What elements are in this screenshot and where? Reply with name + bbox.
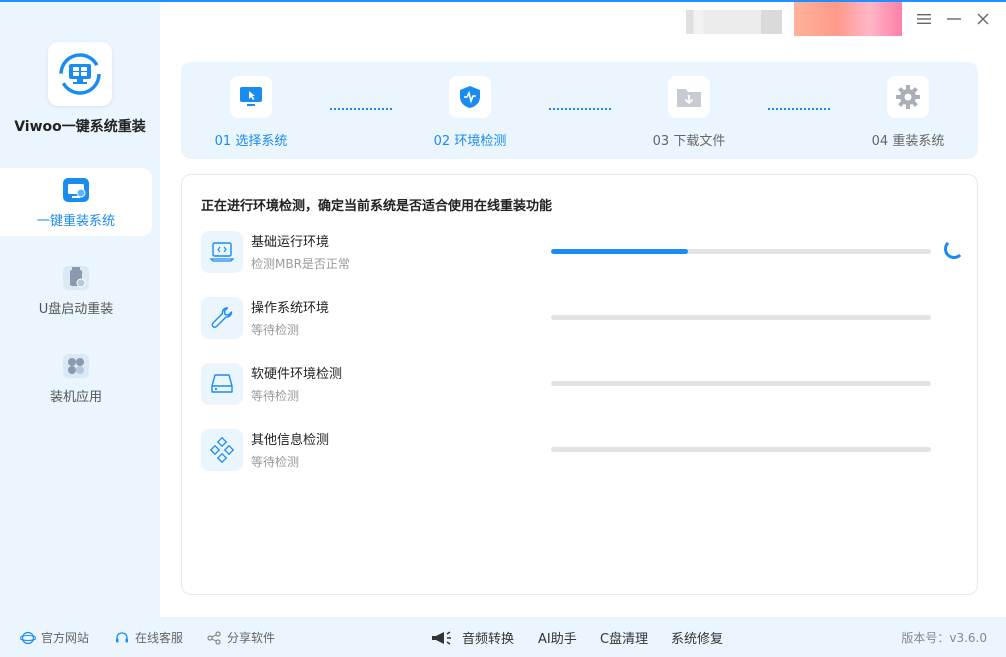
ai-assistant-button[interactable]: AI助手 bbox=[538, 628, 577, 647]
check-progress-bar bbox=[551, 249, 931, 254]
promo-banner-blurred[interactable] bbox=[794, 2, 902, 36]
sidebar-item-label: 一键重装系统 bbox=[36, 213, 115, 229]
gear-icon bbox=[887, 76, 929, 118]
close-icon[interactable] bbox=[972, 8, 994, 30]
check-name: 基础运行环境 bbox=[251, 235, 330, 250]
headset-icon bbox=[116, 631, 128, 642]
step-label: 02 环境检测 bbox=[433, 134, 507, 149]
monitor-reinstall-icon bbox=[62, 176, 90, 204]
footer-link-label: 在线客服 bbox=[135, 631, 184, 645]
wrench-icon bbox=[201, 297, 243, 339]
sidebar-item-one-click-reinstall[interactable]: 一键重装系统 bbox=[0, 168, 152, 236]
share-icon bbox=[207, 630, 221, 645]
app-logo bbox=[48, 42, 112, 106]
step-label: 01 选择系统 bbox=[214, 134, 288, 149]
footer-link-label: 分享软件 bbox=[227, 631, 276, 645]
select-screen-icon bbox=[230, 76, 272, 118]
user-account-blurred[interactable] bbox=[686, 10, 782, 34]
shield-check-icon bbox=[449, 76, 491, 118]
step-connector bbox=[330, 108, 392, 110]
usb-drive-icon bbox=[62, 264, 90, 292]
diamond-grid-icon bbox=[201, 429, 243, 471]
share-software-link[interactable]: 分享软件 bbox=[206, 629, 275, 646]
check-name: 其他信息检测 bbox=[251, 433, 330, 448]
version-label: 版本号：v3.6.0 bbox=[901, 631, 987, 645]
loading-spinner-icon bbox=[944, 239, 964, 259]
sidebar: Viwoo一键系统重装 一键重装系统 U盘启动重装 装机应用 bbox=[0, 2, 160, 617]
download-folder-icon bbox=[668, 76, 710, 118]
check-status: 等待检测 bbox=[251, 455, 300, 469]
sidebar-item-label: 装机应用 bbox=[49, 389, 102, 405]
check-status: 等待检测 bbox=[251, 323, 300, 337]
sidebar-item-label: U盘启动重装 bbox=[38, 301, 114, 317]
check-row-basic-environment: 基础运行环境 检测MBR是否正常 bbox=[201, 231, 964, 277]
check-progress-bar bbox=[551, 447, 931, 452]
footer-bar: 官方网站 在线客服 分享软件 音频转换 AI助手 C盘清理 系统修复 版本号：v… bbox=[0, 617, 1006, 657]
megaphone-icon bbox=[432, 630, 451, 645]
check-progress-bar bbox=[551, 315, 931, 320]
step-reinstall-system: 04 重装系统 bbox=[838, 76, 978, 149]
check-name: 软硬件环境检测 bbox=[251, 367, 343, 382]
check-title: 正在进行环境检测，确定当前系统是否适合使用在线重装功能 bbox=[201, 199, 553, 214]
step-label: 03 下载文件 bbox=[652, 134, 726, 149]
official-website-link[interactable]: 官方网站 bbox=[20, 629, 89, 646]
check-progress-fill bbox=[551, 249, 688, 254]
step-select-system: 01 选择系统 bbox=[181, 76, 321, 149]
app-name: Viwoo一键系统重装 bbox=[14, 119, 146, 135]
sidebar-item-install-apps[interactable]: 装机应用 bbox=[0, 344, 152, 412]
c-drive-cleanup-button[interactable]: C盘清理 bbox=[600, 628, 648, 647]
sidebar-item-usb-reinstall[interactable]: U盘启动重装 bbox=[0, 256, 152, 324]
minimize-icon[interactable] bbox=[943, 8, 965, 30]
check-row-os-environment: 操作系统环境 等待检测 bbox=[201, 297, 961, 343]
check-status: 等待检测 bbox=[251, 389, 300, 403]
audio-convert-button[interactable]: 音频转换 bbox=[430, 628, 514, 647]
globe-icon bbox=[20, 631, 36, 644]
check-row-hardware-software: 软硬件环境检测 等待检测 bbox=[201, 363, 961, 409]
step-connector bbox=[549, 108, 611, 110]
step-connector bbox=[768, 108, 830, 110]
step-environment-check: 02 环境检测 bbox=[400, 76, 540, 149]
check-progress-bar bbox=[551, 381, 931, 386]
online-support-link[interactable]: 在线客服 bbox=[114, 629, 183, 646]
tool-label: 音频转换 bbox=[462, 632, 515, 647]
system-repair-button[interactable]: 系统修复 bbox=[671, 628, 723, 647]
laptop-code-icon bbox=[201, 231, 243, 273]
step-download-files: 03 下载文件 bbox=[619, 76, 759, 149]
app-logo-icon bbox=[59, 53, 101, 95]
menu-icon[interactable] bbox=[913, 8, 935, 30]
check-status: 检测MBR是否正常 bbox=[251, 257, 350, 271]
check-row-other-info: 其他信息检测 等待检测 bbox=[201, 429, 961, 475]
check-name: 操作系统环境 bbox=[251, 301, 330, 316]
step-label: 04 重装系统 bbox=[871, 134, 945, 149]
environment-check-card: 正在进行环境检测，确定当前系统是否适合使用在线重装功能 基础运行环境 检测MBR… bbox=[181, 174, 978, 595]
progress-steps: 01 选择系统 02 环境检测 03 下载文件 04 重装系统 bbox=[181, 62, 978, 159]
hard-drive-icon bbox=[201, 363, 243, 405]
apps-icon bbox=[62, 352, 90, 380]
footer-link-label: 官方网站 bbox=[41, 631, 90, 645]
